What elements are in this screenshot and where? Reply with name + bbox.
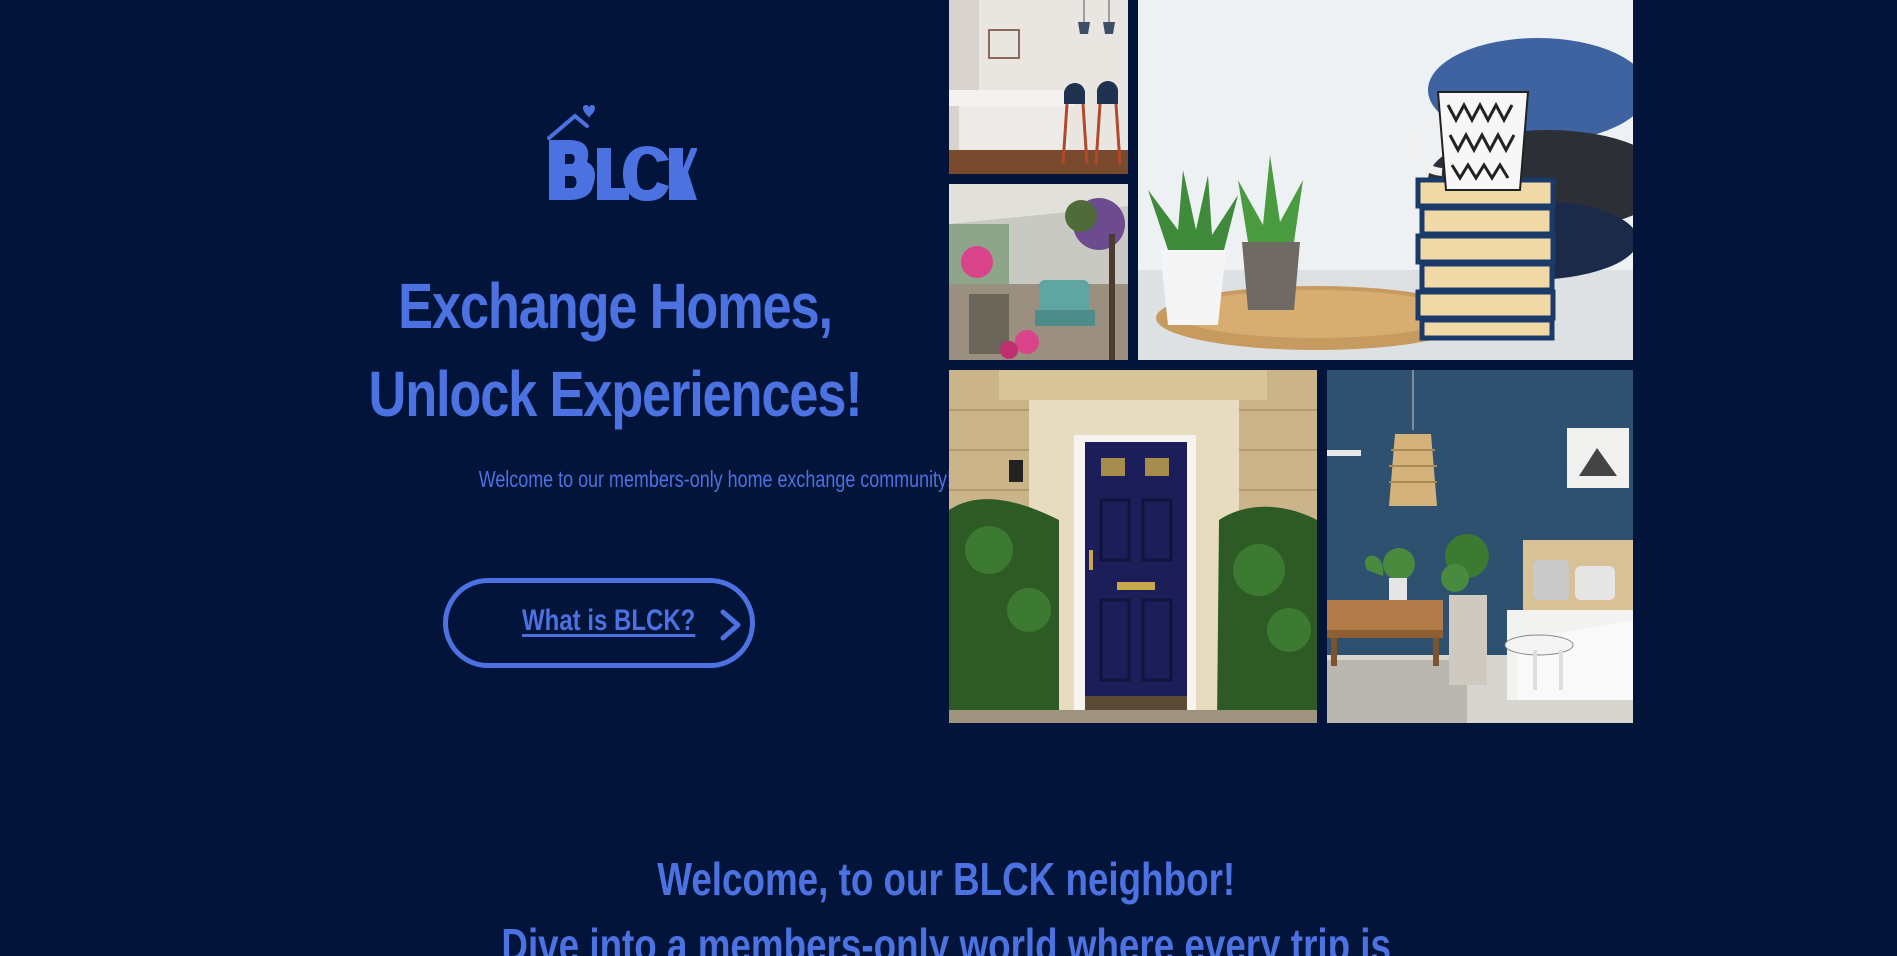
succulents-books-image (1138, 0, 1633, 360)
chevron-right-icon (720, 609, 741, 641)
welcome-section: Welcome, to our BLCK neighbor! Dive into… (187, 846, 1705, 956)
bedroom-image (1327, 370, 1633, 723)
cta-label[interactable]: What is BLCK? (522, 604, 695, 638)
what-is-blck-button[interactable]: What is BLCK? (443, 578, 755, 668)
headline-line-2: Unlock Experiences! (368, 358, 863, 430)
landing-page: Exchange Homes, Unlock Experiences! Welc… (0, 0, 1897, 956)
welcome-heading: Welcome, to our BLCK neighbor! (657, 853, 1236, 905)
headline-line-1: Exchange Homes, (398, 270, 833, 342)
blck-logo[interactable] (547, 104, 697, 202)
front-door-image (949, 370, 1317, 723)
hero-headline: Exchange Homes, Unlock Experiences! (357, 262, 874, 438)
hero-subtitle: Welcome to our members-only home exchang… (478, 466, 952, 492)
image-collage (949, 0, 1633, 723)
balcony-image (949, 184, 1128, 360)
hero-section: Exchange Homes, Unlock Experiences! Welc… (300, 0, 952, 720)
kitchen-image (949, 0, 1128, 174)
welcome-subheading: Dive into a members-only world where eve… (501, 919, 1392, 956)
